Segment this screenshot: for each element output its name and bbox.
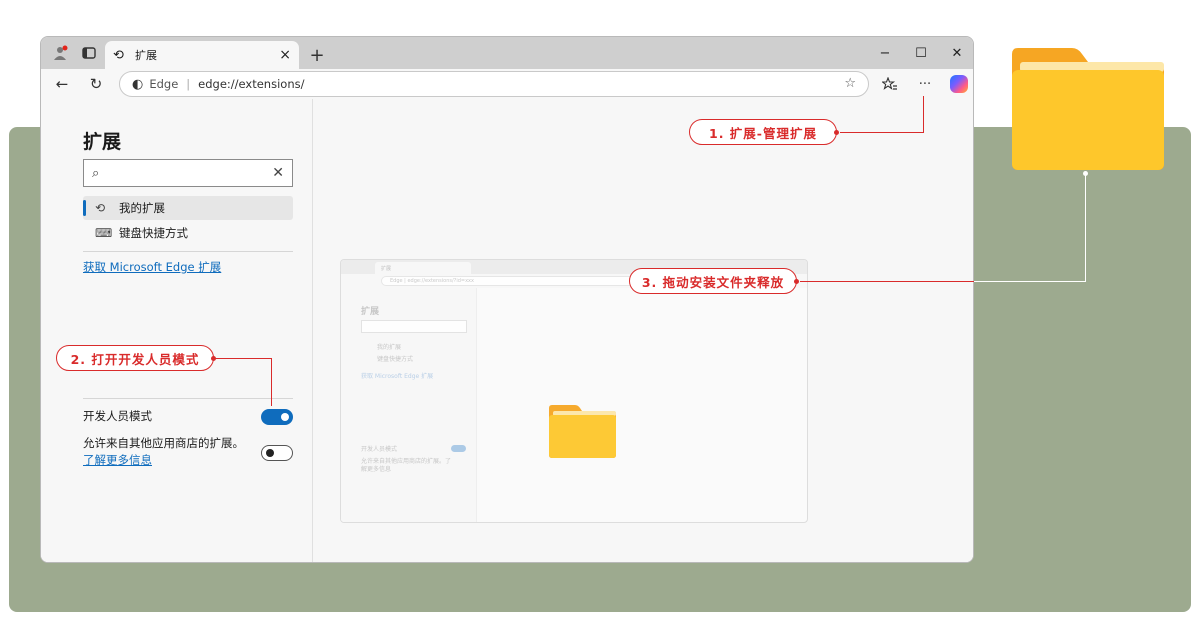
toggle-knob [281, 413, 289, 421]
divider [83, 251, 293, 252]
preview-title: 扩展 [361, 307, 380, 317]
preview-item: 键盘快捷方式 [377, 356, 414, 363]
tab-extensions[interactable]: ⟲ 扩展 × [105, 41, 299, 69]
puzzle-icon: ⟲ [113, 47, 124, 63]
connector-line [1085, 173, 1086, 282]
callout-step-3: 3. 拖动安装文件夹释放 [629, 268, 799, 294]
address-url: edge://extensions/ [198, 77, 305, 91]
preview-item: 我的扩展 [377, 344, 402, 351]
callout-text: 3. 拖动安装文件夹释放 [641, 274, 785, 290]
page-title: 扩展 [83, 131, 122, 153]
tab-title: 扩展 [135, 49, 157, 62]
edge-icon: ◐ [132, 76, 144, 92]
sidebar-item-label: 我的扩展 [119, 201, 165, 215]
site-label: Edge [149, 77, 179, 91]
puzzle-icon: ⟲ [95, 201, 106, 215]
allow-other-stores-toggle[interactable] [261, 445, 293, 461]
tab-actions-icon[interactable] [75, 37, 103, 69]
sidebar-item-my-extensions[interactable]: ⟲ 我的扩展 [83, 196, 293, 220]
connector-line [215, 358, 272, 359]
get-extensions-link[interactable]: 获取 Microsoft Edge 扩展 [83, 259, 221, 275]
folder-icon[interactable] [1012, 48, 1164, 170]
developer-mode-label: 开发人员模式 [83, 409, 152, 423]
copilot-icon[interactable] [944, 69, 973, 99]
callout-step-1: 1. 扩展-管理扩展 [689, 119, 839, 145]
preview-toggle [451, 445, 466, 452]
callout-step-2: 2. 打开开发人员模式 [56, 345, 216, 371]
preview-search [361, 320, 467, 333]
callout-dot [834, 130, 839, 135]
new-tab-button[interactable]: + [303, 41, 331, 69]
connector-line [271, 358, 272, 406]
connector-line [923, 96, 924, 133]
preview-tab: 扩展 [375, 262, 471, 274]
star-icon[interactable]: ☆ [844, 76, 856, 91]
back-button[interactable]: ← [47, 69, 77, 99]
title-bar: ⟲ 扩展 × + − ☐ ✕ [41, 37, 973, 69]
close-window-button[interactable]: ✕ [939, 37, 973, 69]
profile-icon[interactable] [47, 37, 75, 69]
connector-line [840, 132, 924, 133]
address-bar[interactable]: ◐ Edge | edge://extensions/ ☆ [119, 71, 869, 97]
keyboard-icon: ⌨ [95, 226, 113, 240]
learn-more-link[interactable]: 了解更多信息 [83, 453, 152, 467]
connector-line [800, 281, 974, 282]
callout-dot [211, 356, 216, 361]
preview-link: 获取 Microsoft Edge 扩展 [361, 373, 434, 380]
page-content: 扩展 ⌕ ✕ ⟲ 我的扩展 ⌨ 键盘快捷方式 获取 Microsoft Edge… [41, 99, 973, 562]
developer-mode-toggle[interactable] [261, 409, 293, 425]
close-tab-icon[interactable]: × [279, 47, 291, 63]
sidebar-item-label: 键盘快捷方式 [119, 226, 188, 240]
callout-dot [794, 279, 799, 284]
refresh-button[interactable]: ↻ [81, 69, 111, 99]
sidebar: 扩展 ⌕ ✕ ⟲ 我的扩展 ⌨ 键盘快捷方式 获取 Microsoft Edge… [41, 99, 313, 562]
clear-icon[interactable]: ✕ [272, 165, 284, 181]
toggle-knob [266, 449, 274, 457]
search-icon: ⌕ [92, 165, 100, 181]
favorites-icon[interactable] [875, 69, 905, 99]
search-input[interactable] [105, 166, 273, 180]
preview-screenshot: 扩展 Edge | edge://extensions/?id=xxx 扩展 我… [340, 259, 808, 523]
sidebar-item-keyboard-shortcuts[interactable]: ⌨ 键盘快捷方式 [83, 221, 293, 245]
connector-dot [1083, 171, 1088, 176]
allow-other-stores-label: 允许来自其他应用商店的扩展。 [83, 436, 244, 450]
callout-text: 1. 扩展-管理扩展 [709, 125, 817, 141]
more-icon[interactable]: ··· [910, 69, 940, 99]
toolbar: ← ↻ ◐ Edge | edge://extensions/ ☆ [41, 69, 973, 99]
preview-dev-mode: 开发人员模式 [361, 446, 398, 453]
minimize-button[interactable]: − [867, 37, 903, 69]
divider [83, 398, 293, 399]
browser-window: ⟲ 扩展 × + − ☐ ✕ ← ↻ ◐ Edge | edge://exten… [40, 36, 974, 563]
callout-text: 2. 打开开发人员模式 [70, 351, 200, 367]
allow-other-stores-text: 允许来自其他应用商店的扩展。 了解更多信息 [83, 435, 253, 469]
maximize-button[interactable]: ☐ [903, 37, 939, 69]
folder-icon [549, 405, 616, 458]
address-separator: | [186, 77, 191, 91]
preview-allow-text: 允许来自其他应用商店的扩展。了解更多信息 [361, 458, 452, 473]
connector-line [974, 281, 1086, 282]
search-field[interactable]: ⌕ ✕ [83, 159, 293, 187]
